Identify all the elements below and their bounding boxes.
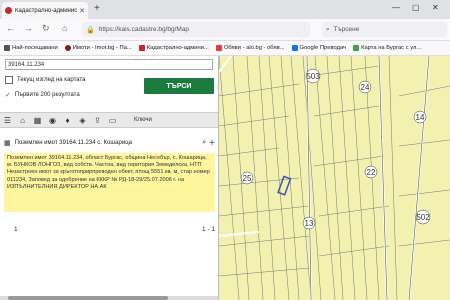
bookmark-alo[interactable]: Обяви - alo.bg - обяв... [215,45,285,51]
zone-label: 503 [306,72,320,81]
bookmark-burgas-map[interactable]: Карта на Бургас с ул... [353,45,421,51]
parcel-icon: ▦ [4,140,11,147]
first-200-option[interactable]: ✓ Първите 200 резултата [5,91,80,99]
grid-icon[interactable]: ▦ [30,116,45,125]
scrollbar-thumb[interactable] [8,296,168,300]
bookmark-imot[interactable]: Имоти - Imot.bg - Па... [64,45,132,51]
bookmark-label: Най-посещавани [12,45,58,51]
zone-label: 13 [305,219,314,228]
bookmark-label: Обяви - alo.bg - обяв... [223,45,285,51]
browser-tab[interactable]: Кадастрално-административ... ✕ [2,2,88,19]
search-button[interactable]: ТЪРСИ [144,78,214,94]
bookmark-label: Кадастрално-админи... [146,45,209,51]
tab-title: Кадастрално-административ... [15,7,78,14]
back-icon[interactable]: ← [6,23,15,33]
minimize-button[interactable]: — [392,3,400,12]
pagination: 1 1 - 1 [4,224,215,234]
current-view-option[interactable]: Текущ изглед на картата [5,76,86,84]
upload-icon[interactable]: ⇪ [90,116,105,125]
bookmark-google-translate[interactable]: Google Преводач [291,45,347,51]
zone-label: 24 [361,83,370,92]
tab-favicon-icon [5,7,12,14]
zoom-to-object-icon[interactable]: ⌕ [202,139,206,147]
tools-label[interactable]: Ключи [134,117,152,123]
measure-icon[interactable]: ▭ [105,116,120,125]
search-placeholder: Търсене [333,26,360,33]
bookmark-cadastre[interactable]: Кадастрално-админи... [138,45,209,51]
forward-icon[interactable]: → [24,23,33,33]
map-canvas[interactable]: 503 24 14 22 25 13 502 [219,56,450,300]
url-bar[interactable]: 🔒 https://kais.cadastre.bg/bg/Map [82,22,310,37]
cadastral-map[interactable]: 503 24 14 22 25 13 502 [219,56,450,300]
search-input[interactable]: 39164.11.234 [5,59,213,70]
layers-icon[interactable]: ◈ [75,116,90,125]
cadastre-icon [138,45,145,51]
bookmark-label: Карта на Бургас с ул... [361,45,422,51]
current-view-label: Текущ изглед на картата [17,77,86,83]
url-text: https://kais.cadastre.bg/bg/Map [98,26,190,33]
object-info: Поземлен имот 39164.11.234, област Бурга… [4,153,215,212]
bookmark-label: Имоти - Imot.bg - Па... [72,45,132,51]
checkmark-icon: ✓ [5,92,11,99]
pin-icon[interactable]: ♦ [60,116,75,125]
browser-search-input[interactable]: ⌕ Търсене [322,22,447,37]
lock-icon: 🔒 [86,26,95,34]
imot-icon [64,45,71,51]
browser-nav-bar: ← → ↻ ⌂ 🔒 https://kais.cadastre.bg/bg/Ma… [0,19,450,41]
bookmark-most-visited[interactable]: Най-посещавани [4,45,58,51]
horizontal-scrollbar[interactable] [0,296,218,300]
location-icon[interactable]: ◉ [45,116,60,125]
reload-icon[interactable]: ↻ [42,23,50,34]
map-icon [353,45,360,51]
object-title[interactable]: Поземлен имот 39164.11.234 с. Кошарица [15,140,199,146]
alo-icon [215,45,222,51]
close-window-button[interactable]: ✕ [432,3,439,12]
search-icon: ⌕ [326,25,330,33]
maximize-button[interactable]: ▢ [412,3,420,12]
new-tab-button[interactable]: + [94,3,100,14]
bookmark-label: Google Преводач [299,45,347,51]
close-icon[interactable]: ✕ [79,7,85,15]
browser-tab-bar: Кадастрално-административ... ✕ + — ▢ ✕ [0,0,450,19]
home-icon[interactable]: ⌂ [15,116,30,125]
gear-icon [4,45,10,51]
zone-label: 22 [367,168,376,177]
zone-label: 14 [416,113,425,122]
page-range: 1 - 1 [201,225,215,233]
zone-label: 25 [243,174,252,183]
page-number[interactable]: 1 [14,226,202,233]
add-icon[interactable]: + [209,138,215,149]
search-panel: 39164.11.234 Текущ изглед на картата ✓ П… [0,56,219,300]
tool-bar: ☰ ⌂ ▦ ◉ ♦ ◈ ⇪ ▭ Ключи [0,112,218,128]
checkbox-icon[interactable] [5,76,13,84]
object-header: ▦ Поземлен имот 39164.11.234 с. Кошарица… [4,137,215,149]
zone-label: 502 [416,213,430,222]
home-icon[interactable]: ⌂ [62,23,67,33]
bookmarks-bar: Най-посещавани Имоти - Imot.bg - Па... К… [0,41,450,56]
list-icon[interactable]: ☰ [0,116,15,125]
translate-icon [291,45,298,51]
first-200-label: Първите 200 резултата [14,92,80,98]
